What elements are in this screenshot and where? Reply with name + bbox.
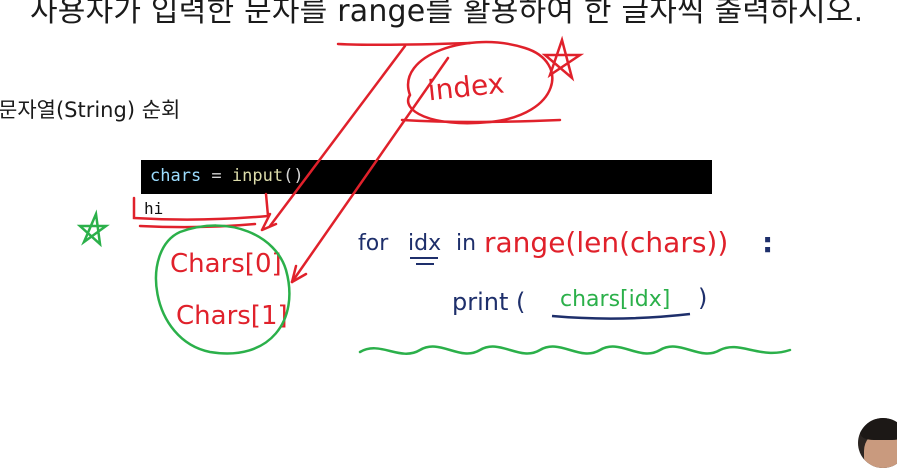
presenter-avatar	[858, 418, 897, 468]
print-argument: chars[idx]	[560, 287, 670, 312]
keyword-for: for	[358, 231, 389, 256]
variable-underline	[410, 257, 438, 265]
loop-line: for idx in range(len(chars)) :	[358, 226, 773, 265]
argument-underline	[551, 312, 691, 320]
presenter-hair	[860, 418, 897, 440]
star-icon	[541, 35, 585, 82]
print-open: print (	[452, 288, 525, 316]
underline-stroke	[336, 41, 472, 47]
loop-variable: idx	[408, 231, 441, 256]
chars-1-label: Chars[1]	[176, 301, 288, 331]
keyword-in: in	[456, 231, 476, 256]
print-line: print ( chars[idx] )	[452, 284, 707, 320]
wavy-underline	[358, 345, 792, 355]
handwriting-layer: index Chars[0] Chars[1] for idx in range…	[76, 35, 792, 355]
elements-circle	[154, 224, 291, 355]
range-expression: range(len(chars))	[484, 226, 728, 259]
star-icon	[76, 209, 110, 248]
chars-0-label: Chars[0]	[170, 249, 282, 279]
index-label: index	[426, 66, 506, 107]
arrow-line	[268, 44, 407, 228]
loop-colon: :	[762, 226, 773, 259]
print-close: )	[698, 284, 707, 312]
output-underline	[132, 192, 270, 221]
